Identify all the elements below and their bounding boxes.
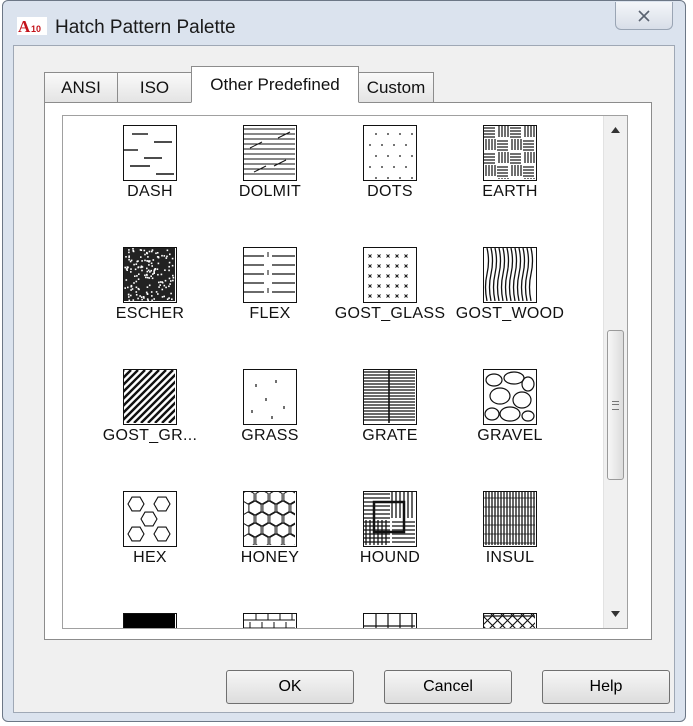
pattern-item-partial[interactable] xyxy=(205,613,331,628)
close-button[interactable] xyxy=(615,2,673,30)
tab-label: ISO xyxy=(139,77,170,97)
honey-pattern-icon xyxy=(243,491,297,547)
dolmit-pattern-icon xyxy=(243,125,297,181)
grass-pattern-icon xyxy=(243,369,297,425)
help-button[interactable]: Help xyxy=(542,670,670,704)
autocad-app-icon: A 10 xyxy=(17,15,47,37)
dialog-window: A 10 Hatch Pattern Palette ANSI ISO Othe… xyxy=(2,0,686,722)
tab-label: ANSI xyxy=(61,77,101,97)
scroll-down-button[interactable] xyxy=(604,602,627,626)
tab-iso[interactable]: ISO xyxy=(117,72,192,102)
escher-pattern-icon xyxy=(123,247,177,303)
tab-other-predefined[interactable]: Other Predefined xyxy=(191,66,359,103)
pattern-item[interactable]: GOST_GLASS xyxy=(325,247,451,347)
pattern-item[interactable]: ESCHER xyxy=(85,247,211,347)
ok-button[interactable]: OK xyxy=(226,670,354,704)
pattern-item[interactable]: INSUL xyxy=(445,491,571,591)
window-title: Hatch Pattern Palette xyxy=(55,17,236,38)
gost-glass-pattern-icon xyxy=(363,247,417,303)
pattern-item[interactable]: HOUND xyxy=(325,491,451,591)
grip-icon xyxy=(612,400,619,410)
scroll-up-button[interactable] xyxy=(604,118,627,142)
pattern-item[interactable]: DOTS xyxy=(325,125,451,225)
pattern-item[interactable]: EARTH xyxy=(445,125,571,225)
pattern-item[interactable]: GRASS xyxy=(205,369,331,469)
tab-panel: DASH DOLMIT DOTS EARTH ESCHER FLEX GOST_GLASS G… xyxy=(44,102,652,640)
close-icon xyxy=(638,9,650,22)
cancel-button[interactable]: Cancel xyxy=(384,670,512,704)
pattern-label: GRAVEL xyxy=(477,427,543,444)
dash-pattern-icon xyxy=(123,125,177,181)
brick-pattern-icon xyxy=(243,613,297,628)
earth-pattern-icon xyxy=(483,125,537,181)
pattern-grid: DASH DOLMIT DOTS EARTH ESCHER FLEX GOST_GLASS G… xyxy=(63,116,603,628)
hex-pattern-icon xyxy=(123,491,177,547)
dots-pattern-icon xyxy=(363,125,417,181)
tab-ansi[interactable]: ANSI xyxy=(44,72,118,102)
pattern-item[interactable]: GRATE xyxy=(325,369,451,469)
dialog-client-area: ANSI ISO Other Predefined Custom DASH DOL… xyxy=(13,45,675,713)
pattern-item[interactable]: DOLMIT xyxy=(205,125,331,225)
pattern-label: INSUL xyxy=(485,549,535,566)
insul-pattern-icon xyxy=(483,491,537,547)
gost-wood-pattern-icon xyxy=(483,247,537,303)
gravel-pattern-icon xyxy=(483,369,537,425)
pattern-list[interactable]: DASH DOLMIT DOTS EARTH ESCHER FLEX GOST_GLASS G… xyxy=(62,115,628,629)
app-icon-number: 10 xyxy=(31,24,41,34)
vertical-scrollbar[interactable] xyxy=(603,116,627,628)
hound-pattern-icon xyxy=(363,491,417,547)
pattern-item[interactable]: DASH xyxy=(85,125,211,225)
pattern-label: GOST_WOOD xyxy=(455,305,565,322)
tab-label: Other Predefined xyxy=(210,74,340,94)
pattern-item[interactable]: GOST_GR... xyxy=(85,369,211,469)
solid-pattern-icon xyxy=(123,613,177,628)
grate-pattern-icon xyxy=(363,369,417,425)
app-icon-letter: A xyxy=(18,17,31,36)
pattern-item[interactable]: GRAVEL xyxy=(445,369,571,469)
gost-ground-pattern-icon xyxy=(123,369,177,425)
pattern-item[interactable]: GOST_WOOD xyxy=(445,247,571,347)
flex-pattern-icon xyxy=(243,247,297,303)
grid-pattern-icon xyxy=(363,613,417,628)
scroll-up-icon xyxy=(611,127,620,133)
pattern-item[interactable]: FLEX xyxy=(205,247,331,347)
scroll-thumb[interactable] xyxy=(607,330,624,480)
net-pattern-icon xyxy=(483,613,537,628)
pattern-item[interactable]: HEX xyxy=(85,491,211,591)
pattern-item-partial[interactable] xyxy=(325,613,451,628)
pattern-item[interactable]: HONEY xyxy=(205,491,331,591)
pattern-item-partial[interactable] xyxy=(445,613,571,628)
tab-label: Custom xyxy=(366,77,426,97)
scroll-down-icon xyxy=(611,611,620,617)
pattern-item-partial[interactable] xyxy=(85,613,211,628)
pattern-label: EARTH xyxy=(482,183,538,200)
tab-custom[interactable]: Custom xyxy=(358,72,434,102)
title-bar[interactable]: A 10 Hatch Pattern Palette xyxy=(3,1,685,51)
